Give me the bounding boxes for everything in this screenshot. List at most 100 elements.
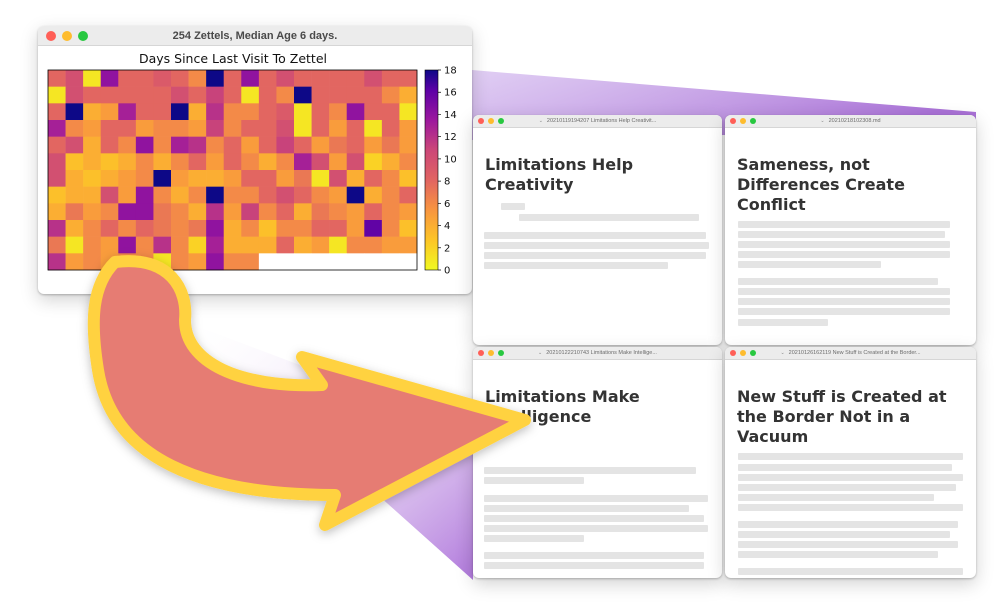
heatmap-cell bbox=[258, 70, 277, 87]
chevron-down-icon[interactable]: ⌄ bbox=[780, 350, 784, 356]
colorbar-tick-label: 12 bbox=[444, 132, 457, 143]
heatmap-cell bbox=[276, 253, 295, 271]
heatmap-cell bbox=[223, 203, 242, 221]
heatmap-cell bbox=[118, 253, 137, 271]
heatmap-cell bbox=[364, 186, 383, 204]
close-button[interactable] bbox=[478, 118, 484, 124]
heatmap-cell bbox=[100, 70, 119, 87]
heatmap-cell bbox=[118, 186, 137, 204]
close-button[interactable] bbox=[478, 350, 484, 356]
heatmap-cell bbox=[329, 120, 348, 137]
zoom-button[interactable] bbox=[498, 118, 504, 124]
zoom-button[interactable] bbox=[750, 118, 756, 124]
heatmap-cell bbox=[223, 186, 242, 204]
minimize-button[interactable] bbox=[488, 350, 494, 356]
heatmap-cell bbox=[381, 203, 400, 221]
heatmap-cell bbox=[153, 186, 172, 204]
text-line bbox=[738, 319, 828, 326]
heatmap-cell bbox=[258, 186, 277, 204]
minimize-button[interactable] bbox=[488, 118, 494, 124]
heatmap-cell bbox=[364, 236, 383, 254]
heatmap-cell bbox=[311, 153, 330, 171]
window-title: ⌄ 20210122210743 Limitations Make Intelli… bbox=[538, 350, 657, 356]
heatmap-cell bbox=[258, 253, 277, 271]
window-titlebar: ⌄ 20210218102308.md bbox=[725, 115, 976, 128]
zoom-button[interactable] bbox=[78, 30, 88, 41]
heatmap-cell bbox=[171, 136, 189, 154]
heatmap-cell bbox=[294, 253, 312, 271]
zoom-button[interactable] bbox=[750, 350, 756, 356]
text-line bbox=[484, 467, 696, 474]
heatmap-cells bbox=[48, 70, 418, 271]
zoom-button[interactable] bbox=[498, 350, 504, 356]
heatmap-cell bbox=[399, 136, 418, 154]
text-line bbox=[484, 477, 584, 484]
heatmap-cell bbox=[83, 103, 102, 121]
heatmap-cell bbox=[381, 186, 400, 204]
close-button[interactable] bbox=[46, 30, 56, 41]
heatmap-cell bbox=[294, 153, 312, 171]
close-button[interactable] bbox=[730, 350, 736, 356]
heatmap-cell bbox=[399, 86, 418, 104]
colorbar-ticks: 0 2 4 6 8 10 12 14 16 18 bbox=[438, 66, 457, 277]
heatmap-cell bbox=[153, 253, 172, 271]
close-button[interactable] bbox=[730, 118, 736, 124]
zettel-window-2: ⌄ 20210218102308.md Sameness, not Differe… bbox=[725, 115, 976, 345]
text-line bbox=[738, 251, 950, 258]
heatmap-cell bbox=[241, 186, 260, 204]
heatmap-cell bbox=[48, 236, 66, 254]
heatmap-cell bbox=[188, 86, 207, 104]
heatmap-cell bbox=[83, 220, 102, 237]
heatmap-cell bbox=[153, 170, 172, 187]
heatmap-cell bbox=[381, 153, 400, 171]
heatmap-cell bbox=[188, 153, 207, 171]
minimize-button[interactable] bbox=[740, 350, 746, 356]
heatmap-cell bbox=[258, 220, 277, 237]
heatmap-cell bbox=[223, 120, 242, 137]
heatmap-cell bbox=[118, 120, 137, 137]
heatmap-cell bbox=[83, 203, 102, 221]
heatmap-cell bbox=[100, 120, 119, 137]
window-titlebar: ⌄ 20210119194207 Limitations Help Creativ… bbox=[473, 115, 722, 128]
heatmap-cell bbox=[171, 186, 189, 204]
text-line bbox=[738, 261, 881, 268]
heatmap-cell bbox=[364, 203, 383, 221]
heatmap-cell bbox=[364, 170, 383, 187]
chevron-down-icon[interactable]: ⌄ bbox=[539, 118, 543, 124]
heatmap-cell bbox=[329, 203, 348, 221]
heatmap-cell bbox=[48, 186, 66, 204]
text-line bbox=[519, 214, 699, 221]
text-line bbox=[484, 535, 584, 542]
text-line bbox=[738, 484, 956, 491]
heatmap-cell bbox=[188, 170, 207, 187]
heatmap-cell bbox=[188, 186, 207, 204]
heatmap-cell bbox=[65, 120, 84, 137]
heatmap-cell bbox=[381, 236, 400, 254]
heatmap-cell bbox=[258, 153, 277, 171]
text-line bbox=[738, 298, 950, 305]
heatmap-cell bbox=[294, 170, 312, 187]
heatmap-cell bbox=[276, 186, 295, 204]
heatmap-cell bbox=[276, 203, 295, 221]
minimize-button[interactable] bbox=[740, 118, 746, 124]
heatmap-cell bbox=[241, 153, 260, 171]
minimize-button[interactable] bbox=[62, 30, 72, 41]
window-title: ⌄ 20210126162119 New Stuff is Created at … bbox=[780, 350, 921, 356]
heatmap-cell bbox=[171, 70, 189, 87]
heatmap-cell bbox=[381, 103, 400, 121]
heatmap-cell bbox=[153, 203, 172, 221]
chevron-down-icon[interactable]: ⌄ bbox=[820, 118, 824, 124]
text-line bbox=[738, 531, 950, 538]
heatmap-cell bbox=[135, 203, 154, 221]
text-line bbox=[738, 504, 963, 511]
heatmap-cell bbox=[241, 236, 260, 254]
heatmap-cell bbox=[346, 236, 365, 254]
chevron-down-icon[interactable]: ⌄ bbox=[538, 350, 542, 356]
zettel-window-1: ⌄ 20210119194207 Limitations Help Creativ… bbox=[473, 115, 722, 345]
heatmap-cell bbox=[241, 170, 260, 187]
heatmap-cell bbox=[276, 153, 295, 171]
zettel-heading: Limitations Help Creativity bbox=[485, 155, 634, 194]
heatmap-cell bbox=[83, 186, 102, 204]
heatmap-cell bbox=[223, 253, 242, 271]
heatmap-cell bbox=[171, 220, 189, 237]
